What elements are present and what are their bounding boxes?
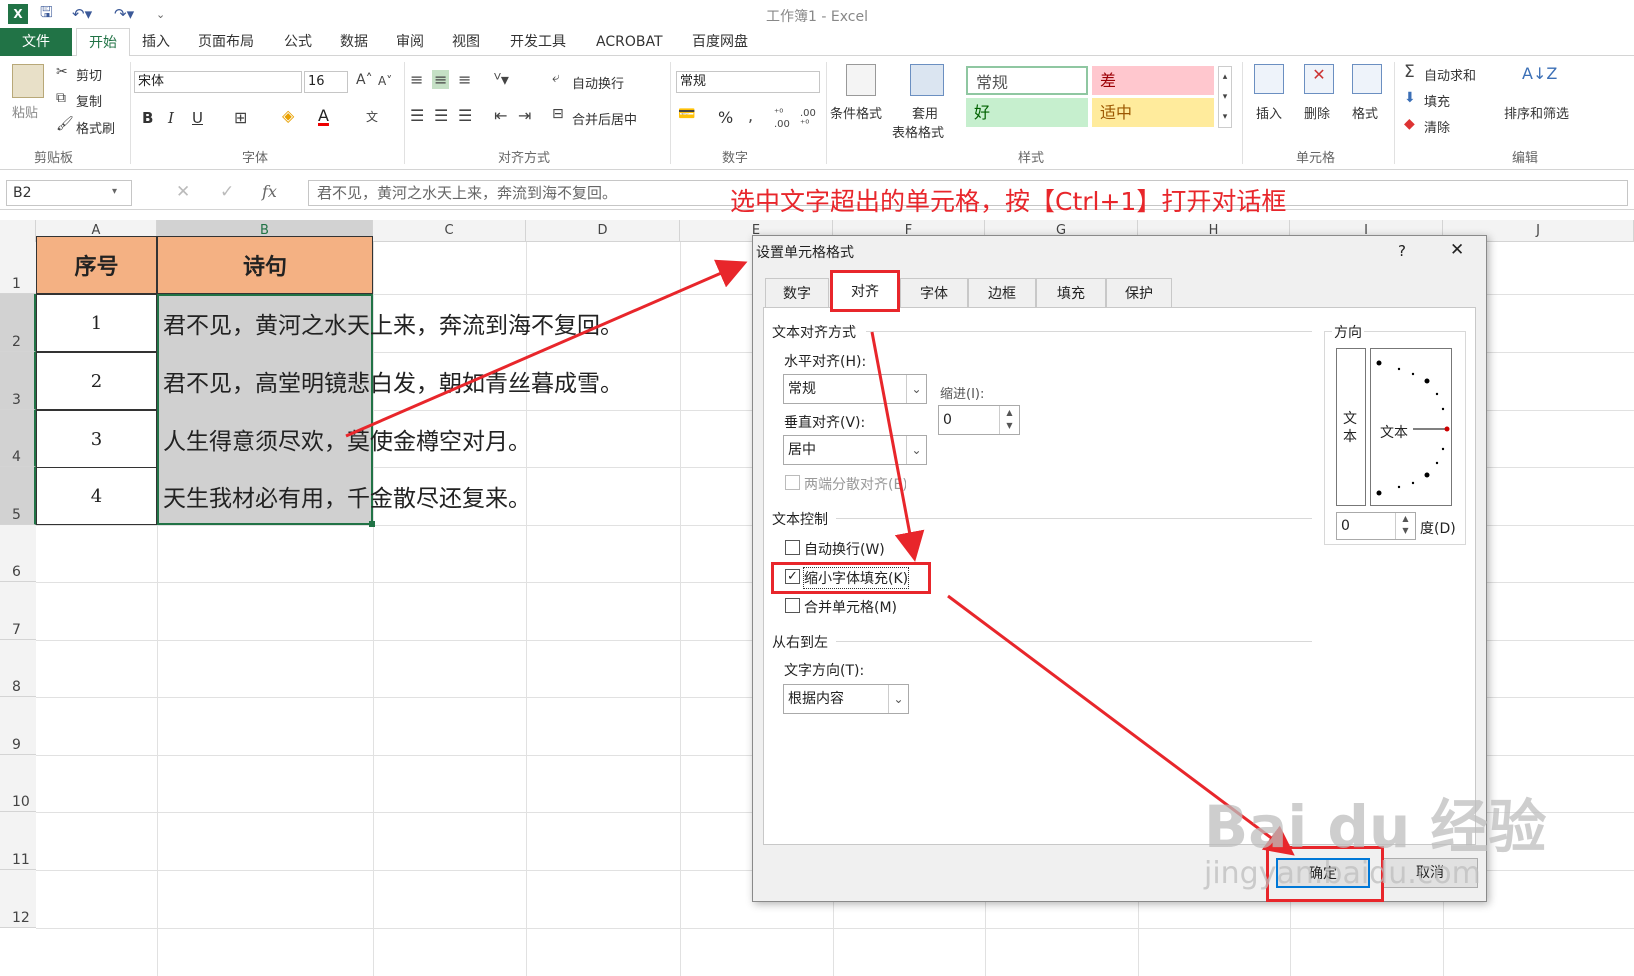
arrow-to-dialog — [345, 259, 748, 438]
watermark-url: jingyan.baidu.com — [1204, 856, 1481, 891]
arrow-to-shrink-checkbox — [870, 331, 925, 562]
watermark-logo: Bai du 经验 — [1204, 793, 1547, 861]
